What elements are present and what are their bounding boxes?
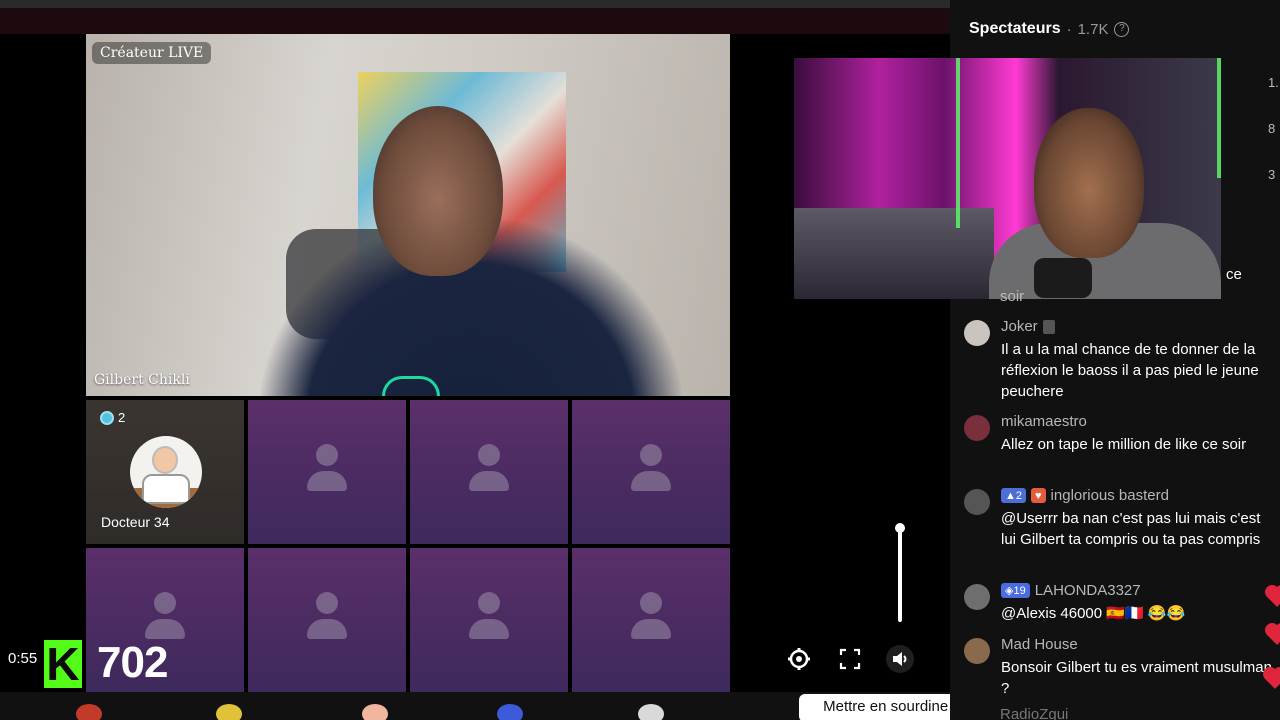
headset-icon [382,376,440,396]
guest-badge: 2 [100,410,125,425]
user-placeholder-icon [307,592,347,646]
gift-icon[interactable] [76,704,102,720]
chat-text: @Alexis 46000 🇪🇸🇫🇷 😂😂 [1001,605,1186,622]
user-placeholder-icon [469,444,509,498]
chat-text: Allez on tape le million de like ce soir [1001,436,1247,453]
avatar[interactable] [964,415,990,441]
gift-icon[interactable] [638,704,664,720]
empty-slot[interactable] [410,400,568,544]
guest-badge-count: 2 [118,410,126,425]
viewer-count: 702 [97,638,168,687]
side-number: 3 [1268,167,1276,182]
gem-icon [100,410,114,425]
level-badge: ◈ 19 [1001,583,1030,598]
creator-live-badge: Créateur LIVE [92,42,212,64]
avatar[interactable] [964,584,990,610]
avatar[interactable] [964,638,990,664]
stream-top-border [0,8,950,34]
chat-username[interactable]: inglorious basterd [1051,487,1169,504]
host-head [373,106,503,276]
kick-logo: K [44,640,82,688]
empty-slot[interactable] [572,400,730,544]
volume-track [898,526,902,622]
volume-knob[interactable] [895,523,905,533]
guest-slot-1[interactable]: 2 Docteur 34 [86,400,244,544]
heart-badge-icon: ♥ [1031,488,1046,503]
user-placeholder-icon [631,444,671,498]
avatar [130,436,202,508]
picture-in-picture-video[interactable] [794,58,1221,299]
chat-username[interactable]: LAHONDA3327 [1035,582,1141,599]
settings-button[interactable] [785,645,813,673]
chat-username[interactable]: mikamaestro [1001,413,1087,430]
chat-username[interactable]: Joker [1001,318,1038,335]
mute-icon [893,652,907,666]
help-icon[interactable]: ? [1114,21,1130,37]
empty-slot[interactable] [410,548,568,692]
chat-text: Bonsoir Gilbert tu es vraiment musulman … [1001,659,1272,697]
level-badge: ▲ 2 [1001,488,1027,503]
header-separator: · [1066,20,1072,38]
settings-icon [788,648,810,670]
gift-icon[interactable] [216,704,242,720]
stream-timer: 0:55 [8,650,38,667]
chat-text: Il a u la mal chance de te donner de la … [1001,341,1259,400]
empty-slot[interactable] [572,548,730,692]
side-number: 1. [1268,75,1279,90]
user-placeholder-icon [631,592,671,646]
mute-button[interactable] [886,645,914,673]
chat-text: @Userrr ba nan c'est pas lui mais c'est … [1001,510,1261,548]
microphone-icon [1034,258,1092,298]
volume-slider[interactable] [893,520,907,624]
truncated-chat-text: ce [1226,266,1242,283]
guest-grid: 2 Docteur 34 [86,400,730,692]
host-name: Gilbert Chikli [94,372,190,388]
empty-slot[interactable] [248,400,406,544]
side-numbers: 1. 8 3 [1268,60,1279,198]
empty-slot[interactable] [248,548,406,692]
gift-icon[interactable] [497,704,523,720]
viewers-title: Spectateurs [969,20,1061,37]
viewers-count: 1.7K [1077,20,1109,38]
host-video [86,34,730,396]
truncated-chat-text: soir [1000,288,1025,302]
phone-badge-icon [1042,319,1055,334]
chat-username-partial: RadioZgui [1000,706,1069,720]
viewers-header: Spectateurs · 1.7K ? [969,20,1130,38]
avatar[interactable] [964,320,990,346]
browser-top-bar [0,0,950,8]
user-placeholder-icon [307,444,347,498]
chat-username[interactable]: Mad House [1001,636,1078,653]
side-number: 8 [1268,121,1276,136]
fullscreen-icon [839,648,861,670]
guest-name: Docteur 34 [101,514,170,530]
gift-icon[interactable] [362,704,388,720]
fullscreen-button[interactable] [836,645,864,673]
user-placeholder-icon [469,592,509,646]
avatar[interactable] [964,489,990,515]
